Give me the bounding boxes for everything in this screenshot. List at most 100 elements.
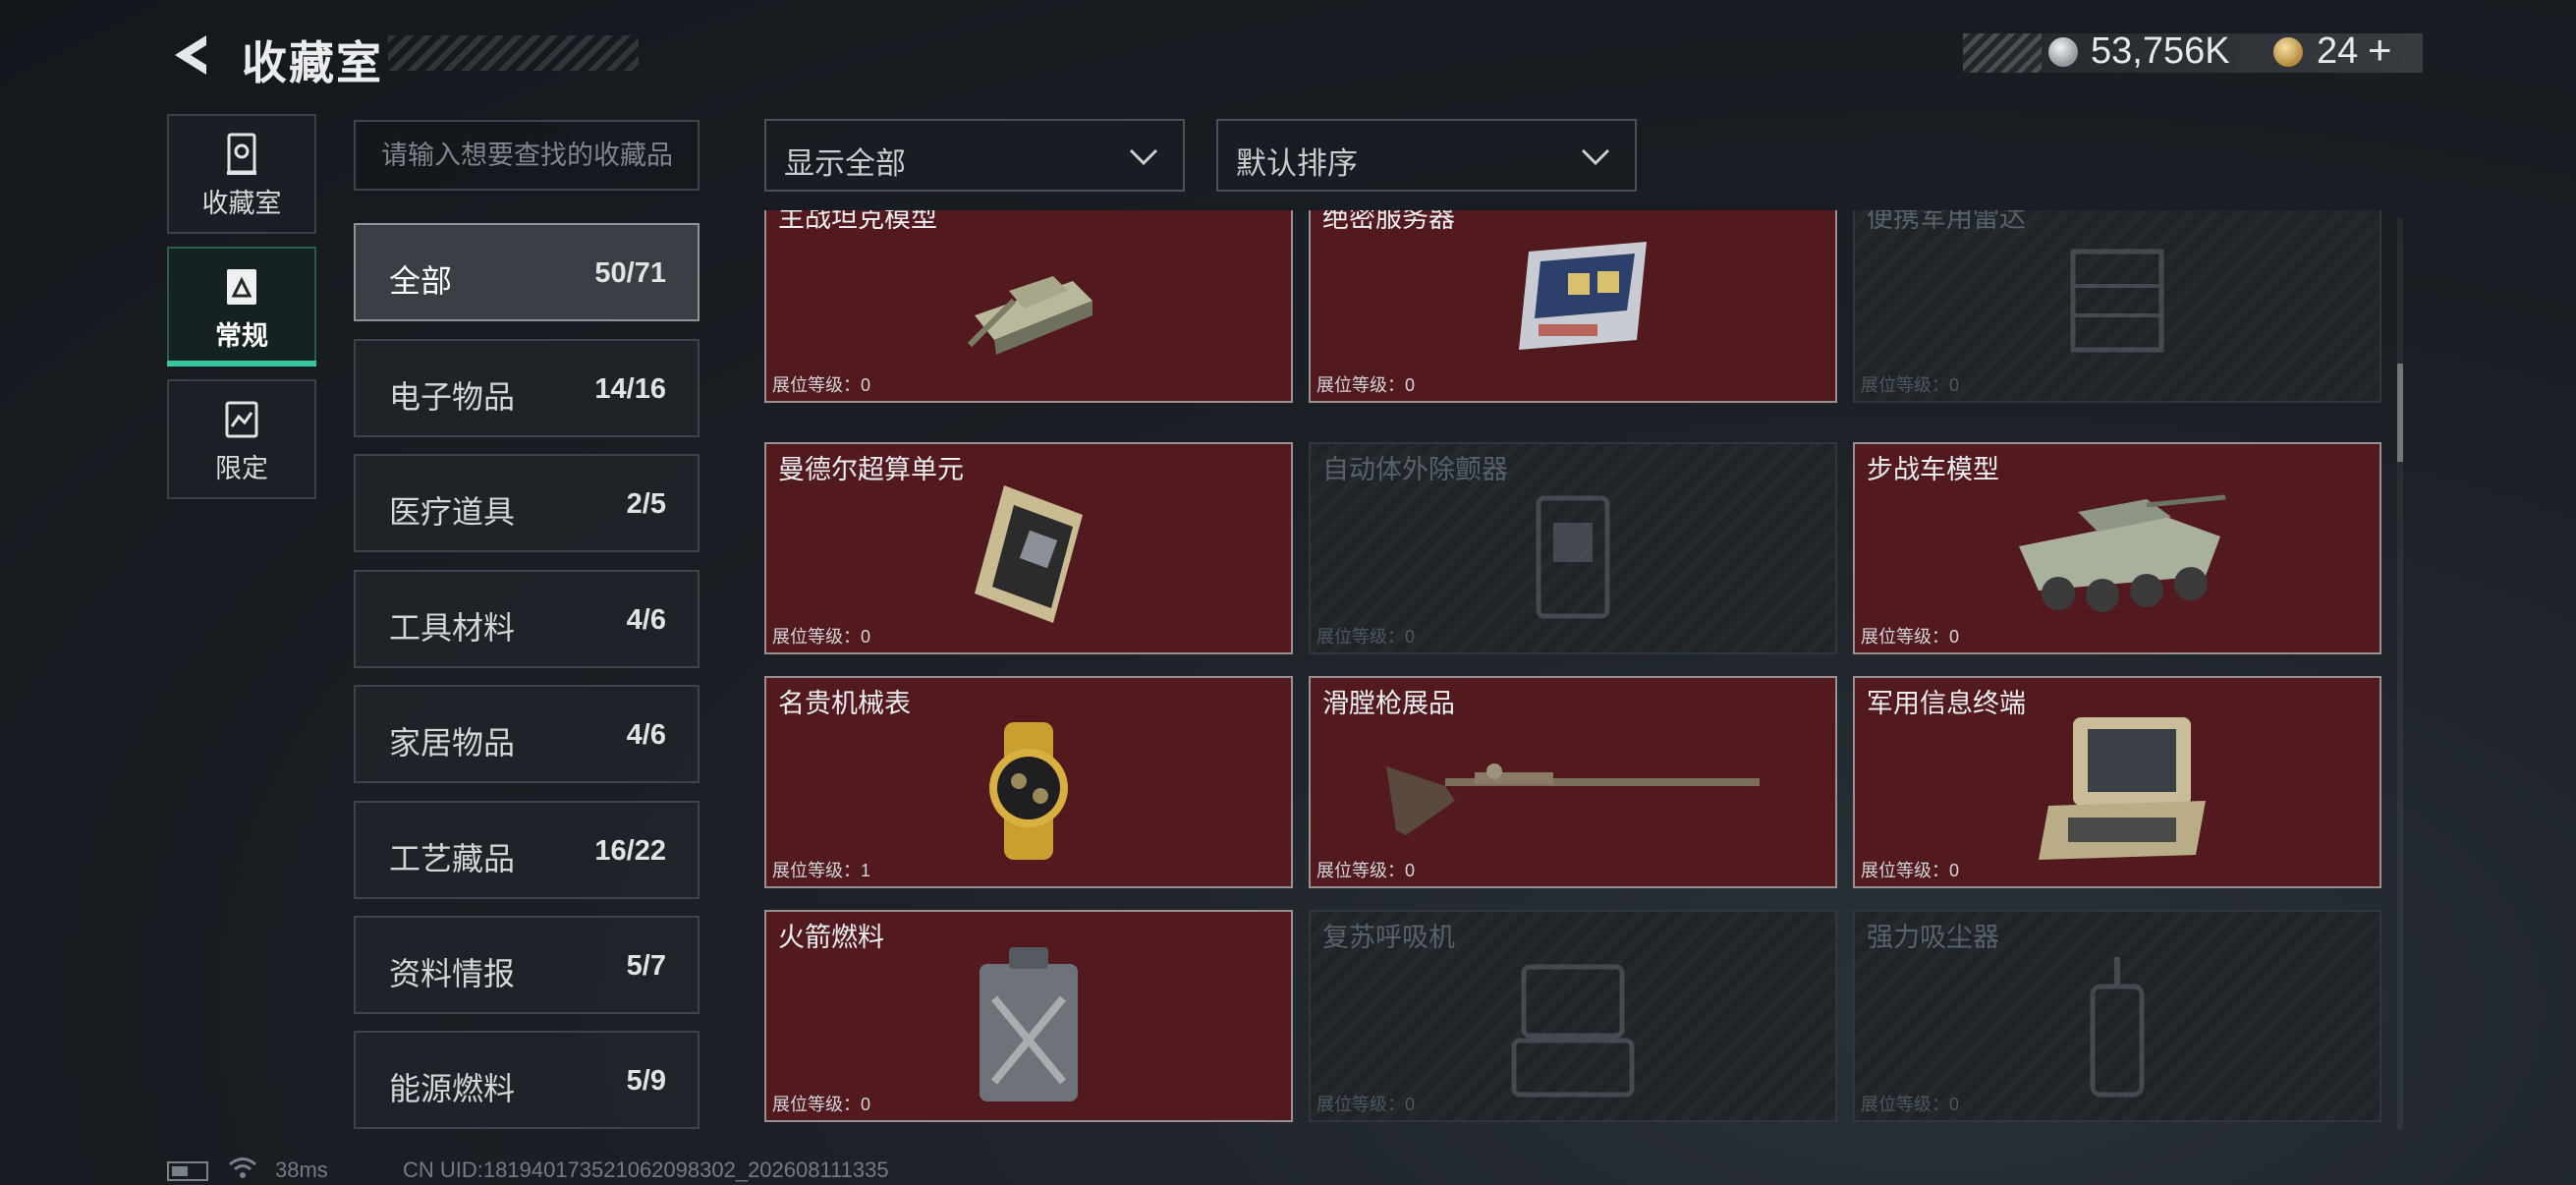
collection-item[interactable]: 步战车模型 展位等级：0 xyxy=(1853,442,2381,654)
collection-item[interactable]: 名贵机械表 展位等级：1 xyxy=(764,676,1293,888)
title-decoration xyxy=(388,35,639,71)
category-household[interactable]: 家居物品 4/6 xyxy=(354,685,700,783)
back-arrow-icon[interactable] xyxy=(167,29,218,81)
tank-model-icon xyxy=(967,276,1092,355)
collection-item[interactable]: 滑膛枪展品 展位等级：0 xyxy=(1309,676,1837,888)
category-name: 资料情报 xyxy=(389,956,516,991)
collection-item[interactable]: 火箭燃料 展位等级：0 xyxy=(764,910,1293,1122)
nav-regular-label: 常规 xyxy=(215,321,268,351)
category-fuel[interactable]: 能源燃料 5/9 xyxy=(354,1031,700,1129)
display-filter-dropdown[interactable]: 显示全部 xyxy=(764,119,1185,192)
item-name: 步战车模型 xyxy=(1867,455,1999,484)
item-name: 滑膛枪展品 xyxy=(1322,689,1455,718)
chevron-down-icon xyxy=(1129,148,1158,166)
item-name: 便携军用雷达 xyxy=(1867,210,2026,233)
category-name: 电子物品 xyxy=(389,379,516,415)
add-currency-button[interactable]: + xyxy=(2368,27,2392,74)
compute-unit-icon xyxy=(975,485,1083,623)
collection-item[interactable]: 强力吸尘器 展位等级：0 xyxy=(1853,910,2381,1122)
page-title: 收藏室 xyxy=(242,37,383,88)
category-medical[interactable]: 医疗道具 2/5 xyxy=(354,454,700,552)
item-level: 展位等级：0 xyxy=(1861,375,1960,395)
search-input[interactable] xyxy=(356,122,698,189)
server-icon xyxy=(1519,242,1647,350)
category-name: 医疗道具 xyxy=(389,494,516,530)
silver-amount: 53,756K xyxy=(2091,30,2230,72)
grid-scrollbar[interactable] xyxy=(2397,218,2403,1130)
collection-icon xyxy=(227,269,256,305)
ping-value: 38ms xyxy=(275,1157,328,1182)
sort-value: 默认排序 xyxy=(1236,146,1358,181)
sort-dropdown[interactable]: 默认排序 xyxy=(1216,119,1637,192)
musket-icon xyxy=(1386,763,1760,835)
wifi-icon xyxy=(229,1157,256,1178)
fuel-can-icon xyxy=(980,947,1078,1101)
collection-item[interactable]: 曼德尔超算单元 展位等级：0 xyxy=(764,442,1293,654)
collection-grid[interactable]: 主战坦克模型 展位等级：0 绝密服务器 展位等级：0 便携军用雷达 展位等级：0 xyxy=(764,210,2381,1130)
ventilator-icon xyxy=(1511,964,1635,1098)
user-uid: CN UID:18194017352106209830​2_2026081113… xyxy=(403,1157,889,1182)
display-filter-value: 显示全部 xyxy=(784,146,906,181)
item-name: 自动体外除颤器 xyxy=(1322,455,1508,484)
collection-item[interactable]: 绝密服务器 展位等级：0 xyxy=(1309,210,1837,403)
category-name: 能源燃料 xyxy=(389,1071,516,1106)
collection-item[interactable]: 自动体外除颤器 展位等级：0 xyxy=(1309,442,1837,654)
watch-icon xyxy=(989,722,1068,860)
search-box[interactable] xyxy=(354,120,700,191)
item-level: 展位等级：0 xyxy=(1861,861,1960,880)
category-count: 5/7 xyxy=(626,950,666,982)
chevron-down-icon xyxy=(1581,148,1610,166)
ifv-model-icon xyxy=(2019,494,2226,612)
item-name: 强力吸尘器 xyxy=(1867,923,1999,952)
defibrillator-icon xyxy=(1536,495,1610,619)
category-count: 2/5 xyxy=(626,488,666,520)
item-level: 展位等级：0 xyxy=(1316,375,1416,395)
vault-icon xyxy=(227,133,256,175)
item-name: 名贵机械表 xyxy=(778,689,911,718)
item-level: 展位等级：0 xyxy=(772,375,871,395)
category-name: 工艺藏品 xyxy=(389,841,516,876)
category-crafts[interactable]: 工艺藏品 16/22 xyxy=(354,801,700,899)
category-count: 50/71 xyxy=(594,257,666,289)
silver-coin-icon xyxy=(2048,37,2078,67)
nav-vault-label: 收藏室 xyxy=(201,189,282,218)
limited-icon xyxy=(225,401,258,438)
collection-item[interactable]: 军用信息终端 展位等级：0 xyxy=(1853,676,2381,888)
category-electronics[interactable]: 电子物品 14/16 xyxy=(354,339,700,437)
terminal-icon xyxy=(2039,717,2206,860)
battery-icon xyxy=(167,1161,208,1181)
item-level: 展位等级：0 xyxy=(1861,1095,1960,1114)
category-tools[interactable]: 工具材料 4/6 xyxy=(354,570,700,668)
category-count: 4/6 xyxy=(626,719,666,751)
category-all[interactable]: 全部 50/71 xyxy=(354,223,700,321)
grid-scroll-thumb[interactable] xyxy=(2397,364,2403,462)
item-name: 曼德尔超算单元 xyxy=(778,455,964,484)
category-name: 全部 xyxy=(389,263,453,299)
item-name: 军用信息终端 xyxy=(1867,689,2026,718)
item-level: 展位等级：0 xyxy=(1316,861,1416,880)
collection-item[interactable]: 复苏呼吸机 展位等级：0 xyxy=(1309,910,1837,1122)
category-name: 家居物品 xyxy=(389,725,516,761)
collection-item[interactable]: 便携军用雷达 展位等级：0 xyxy=(1853,210,2381,403)
item-name: 主战坦克模型 xyxy=(778,210,937,233)
radar-icon xyxy=(2070,249,2164,353)
vacuum-icon xyxy=(2090,957,2145,1098)
collection-item[interactable]: 主战坦克模型 展位等级：0 xyxy=(764,210,1293,403)
nav-regular[interactable]: 常规 xyxy=(167,247,316,367)
category-intel[interactable]: 资料情报 5/7 xyxy=(354,916,700,1014)
item-level: 展位等级：1 xyxy=(772,861,871,880)
item-level: 展位等级：0 xyxy=(1316,627,1416,647)
item-name: 绝密服务器 xyxy=(1322,210,1455,233)
item-level: 展位等级：0 xyxy=(772,1095,871,1114)
nav-vault[interactable]: 收藏室 xyxy=(167,114,316,234)
item-level: 展位等级：0 xyxy=(772,627,871,647)
nav-limited[interactable]: 限定 xyxy=(167,379,316,499)
item-name: 火箭燃料 xyxy=(778,923,884,952)
gold-amount: 24 xyxy=(2317,30,2359,72)
category-count: 5/9 xyxy=(626,1065,666,1097)
category-count: 14/16 xyxy=(594,373,666,405)
item-level: 展位等级：0 xyxy=(1861,627,1960,647)
gold-coin-icon xyxy=(2273,37,2303,67)
category-name: 工具材料 xyxy=(389,610,516,646)
item-level: 展位等级：0 xyxy=(1316,1095,1416,1114)
